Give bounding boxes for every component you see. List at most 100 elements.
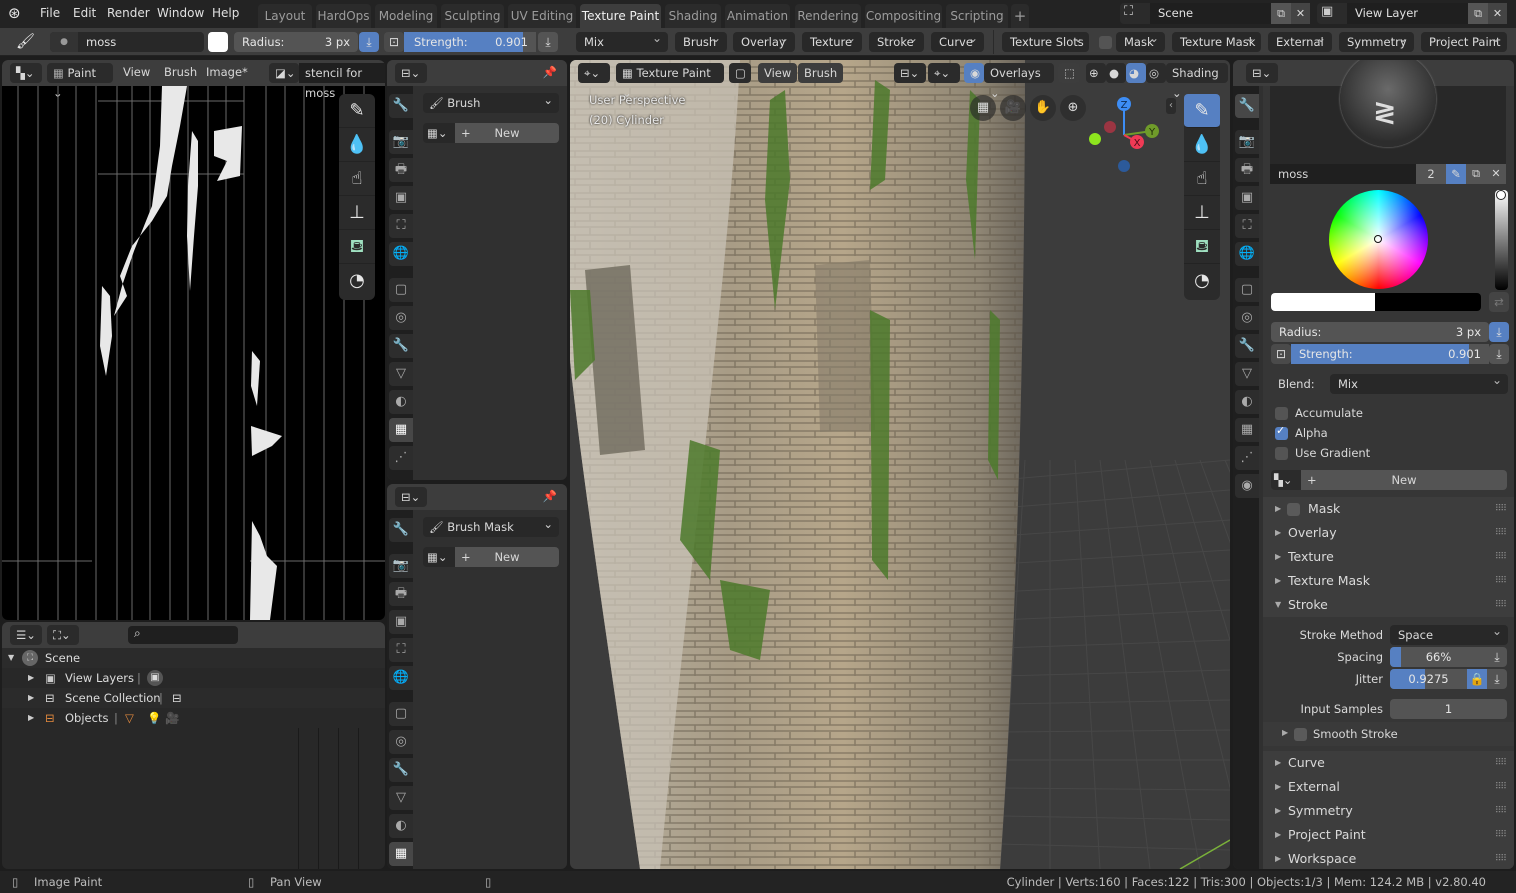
uv-grid-canvas[interactable] bbox=[2, 86, 385, 620]
radius-slider[interactable]: Radius: 3 px bbox=[1271, 322, 1489, 342]
camera-icon[interactable]: 🎥 bbox=[165, 708, 179, 728]
camera-view-icon[interactable]: 🎥 bbox=[1000, 95, 1026, 121]
add-workspace-button[interactable]: + bbox=[1011, 4, 1029, 28]
brush-users-count[interactable]: 2 bbox=[1416, 164, 1446, 184]
swap-colors-icon[interactable]: ⇄ bbox=[1489, 292, 1509, 312]
brush-name-field[interactable]: moss bbox=[1270, 164, 1416, 184]
jitter-slider[interactable]: 0.9275 bbox=[1390, 669, 1467, 689]
secondary-color-swatch[interactable] bbox=[1375, 293, 1481, 311]
editor-type-properties-icon[interactable]: ⊟⌄ bbox=[395, 63, 427, 83]
viewport-menu-brush[interactable]: Brush bbox=[798, 63, 844, 83]
view-layer-name-field[interactable]: View Layer bbox=[1347, 3, 1487, 24]
duplicate-view-layer-icon[interactable]: ⧉ bbox=[1468, 3, 1488, 24]
expand-arrow-icon[interactable]: ▶ bbox=[28, 688, 34, 708]
output-tab-icon[interactable]: 🖶 bbox=[389, 158, 413, 182]
object-tab-icon[interactable]: ▢ bbox=[1235, 278, 1259, 302]
fill-tool-icon[interactable]: ⛾ bbox=[1184, 230, 1220, 264]
clone-tool-icon[interactable]: ⊥ bbox=[1184, 196, 1220, 230]
outliner-row-objects[interactable]: ▶ ⊟ Objects | ▽ 💡 🎥 bbox=[2, 708, 385, 728]
drag-handle-icon[interactable]: ⠿⠿ bbox=[1495, 823, 1507, 847]
editor-type-outliner-icon[interactable]: ☰⌄ bbox=[10, 625, 42, 645]
render-tab-icon[interactable]: 📷 bbox=[1235, 130, 1259, 154]
soften-tool-icon[interactable]: 💧 bbox=[339, 128, 375, 162]
jitter-lock-icon[interactable]: 🔒 bbox=[1467, 669, 1487, 689]
material-tab-icon[interactable]: ◐ bbox=[1235, 390, 1259, 414]
display-mode-scenes-icon[interactable]: ⛶⌄ bbox=[47, 625, 79, 645]
menu-window[interactable]: Window bbox=[157, 6, 204, 20]
overlays-toggle-icon[interactable]: ◉ bbox=[964, 63, 984, 83]
object-type-visibility-icon[interactable]: ⊟⌄ bbox=[894, 63, 926, 83]
image-mode-dropdown[interactable]: ▦ Paint ⌄ bbox=[47, 63, 113, 100]
stroke-popover[interactable]: Stroke bbox=[869, 28, 924, 52]
spacing-pressure-icon[interactable]: ⤓ bbox=[1487, 647, 1507, 667]
solid-shading-icon[interactable]: ● bbox=[1106, 63, 1126, 83]
tool-tab-icon[interactable]: 🔧 bbox=[389, 94, 413, 118]
mesh-icon[interactable]: ▽ bbox=[125, 708, 134, 728]
scene-name-field[interactable]: Scene bbox=[1150, 3, 1290, 24]
view-layer-tab-icon[interactable]: ▣ bbox=[1235, 186, 1259, 210]
3d-viewport[interactable]: ⌖⌄ ▦ Texture Paint ⌄ ▢ View Brush ⊟⌄ ⌖⌄ … bbox=[570, 60, 1230, 869]
modifier-tab-icon[interactable]: 🔧 bbox=[1235, 334, 1259, 358]
panel-curve[interactable]: ▶ Curve ⠿⠿ bbox=[1263, 751, 1514, 775]
zoom-view-icon[interactable]: ⊕ bbox=[1060, 95, 1086, 121]
use-gradient-checkbox[interactable] bbox=[1275, 447, 1288, 460]
pan-view-icon[interactable]: ✋ bbox=[1030, 95, 1056, 121]
new-palette-button[interactable]: + New bbox=[1301, 470, 1507, 490]
curve-popover[interactable]: Curve bbox=[931, 28, 984, 52]
remove-scene-icon[interactable]: ✕ bbox=[1291, 3, 1310, 24]
tool-tab-icon[interactable]: 🔧 bbox=[389, 518, 413, 542]
blend-mode-dropdown[interactable]: Mix bbox=[576, 28, 668, 52]
value-slider[interactable] bbox=[1495, 190, 1508, 290]
editor-type-properties-icon[interactable]: ⊟⌄ bbox=[1246, 63, 1278, 83]
strength-pressure-icon[interactable]: ⤓ bbox=[1489, 344, 1509, 364]
modifier-tab-icon[interactable]: 🔧 bbox=[389, 758, 413, 782]
toggle-ortho-icon[interactable]: ▦ bbox=[970, 95, 996, 121]
fill-tool-icon[interactable]: ⛾ bbox=[339, 230, 375, 264]
tab-layout[interactable]: Layout bbox=[258, 4, 312, 28]
sidebar-toggle-icon[interactable]: ‹ bbox=[1166, 98, 1176, 114]
drag-handle-icon[interactable]: ⠿⠿ bbox=[1495, 775, 1507, 799]
unlink-brush-icon[interactable]: ✕ bbox=[1486, 164, 1506, 184]
mask-enable-checkbox[interactable] bbox=[1287, 503, 1300, 516]
color-wheel[interactable] bbox=[1329, 190, 1428, 289]
mode-dropdown[interactable]: ▦ Texture Paint ⌄ bbox=[616, 63, 724, 100]
gizmo-toggle-icon[interactable]: ⌖⌄ bbox=[928, 63, 960, 83]
accumulate-checkbox[interactable] bbox=[1275, 407, 1288, 420]
mask-toggle-checkbox[interactable] bbox=[1099, 36, 1112, 49]
drag-handle-icon[interactable]: ⠿⠿ bbox=[1495, 751, 1507, 775]
wireframe-shading-icon[interactable]: ⊕ bbox=[1086, 63, 1106, 83]
tool-tab-icon[interactable]: 🔧 bbox=[1235, 94, 1259, 118]
blend-dropdown[interactable]: Mix bbox=[1330, 370, 1508, 394]
material-tab-icon[interactable]: ◐ bbox=[389, 814, 413, 838]
spacing-slider[interactable]: 66% bbox=[1390, 647, 1487, 667]
texture-tab-icon[interactable]: ▦ bbox=[389, 842, 413, 866]
data-tab-icon[interactable]: ▽ bbox=[389, 362, 413, 386]
panel-workspace[interactable]: ▶ Workspace ⠿⠿ bbox=[1263, 847, 1514, 869]
texture-tab-icon[interactable]: ▦ bbox=[389, 418, 413, 442]
tab-hardops[interactable]: HardOps bbox=[316, 4, 371, 28]
render-tab-icon[interactable]: 📷 bbox=[389, 130, 413, 154]
texture-slots-popover[interactable]: Texture Slots bbox=[1002, 28, 1089, 52]
panel-project-paint[interactable]: ▶ Project Paint ⠿⠿ bbox=[1263, 823, 1514, 847]
color-swatch[interactable] bbox=[208, 32, 228, 52]
expand-arrow-icon[interactable]: ▶ bbox=[28, 708, 34, 728]
strength-lock-icon[interactable]: ⊡ bbox=[384, 32, 404, 52]
texture-browse-icon[interactable]: ▦⌄ bbox=[423, 547, 455, 567]
external-popover[interactable]: External bbox=[1268, 28, 1332, 52]
draw-tool-icon[interactable]: ✎ bbox=[1184, 94, 1220, 128]
drag-handle-icon[interactable]: ⠿⠿ bbox=[1495, 847, 1507, 869]
view-layer-tab-icon[interactable]: ▣ bbox=[389, 186, 413, 210]
panel-texture-mask[interactable]: ▶ Texture Mask ⠿⠿ bbox=[1263, 569, 1514, 593]
menu-render[interactable]: Render bbox=[107, 6, 150, 20]
panel-stroke[interactable]: ▼ Stroke ⠿⠿ bbox=[1263, 593, 1514, 617]
physics-tab-icon[interactable]: ◎ bbox=[1235, 306, 1259, 330]
texture-tab-icon[interactable]: ▦ bbox=[1235, 418, 1259, 442]
navigation-gizmo[interactable]: Z Y X bbox=[1085, 90, 1165, 180]
data-tab-icon[interactable]: ▽ bbox=[1235, 362, 1259, 386]
material-shading-icon[interactable]: ◕ bbox=[1126, 63, 1146, 83]
texture-browse-icon[interactable]: ▦⌄ bbox=[423, 123, 455, 143]
tab-shading[interactable]: Shading bbox=[665, 4, 721, 28]
radius-slider[interactable]: Radius: 3 px bbox=[234, 32, 358, 52]
blender-logo-icon[interactable]: ⊛ bbox=[8, 4, 21, 22]
outliner-row-scene[interactable]: ▼ ⛶ Scene bbox=[2, 648, 385, 668]
